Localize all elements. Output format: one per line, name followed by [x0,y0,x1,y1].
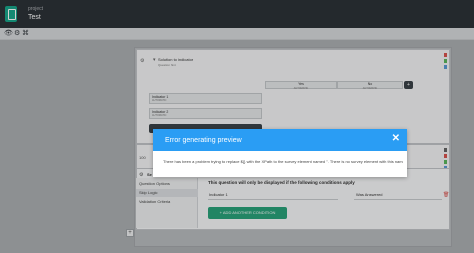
error-dialog: Error generating preview ✕ There has bee… [153,129,407,177]
close-icon[interactable]: ✕ [392,134,400,144]
dialog-header: Error generating preview ✕ [153,129,407,151]
dialog-message: There has been a problem trying to repla… [163,159,403,164]
dialog-title: Error generating preview [165,137,242,144]
modal-overlay [0,0,474,253]
